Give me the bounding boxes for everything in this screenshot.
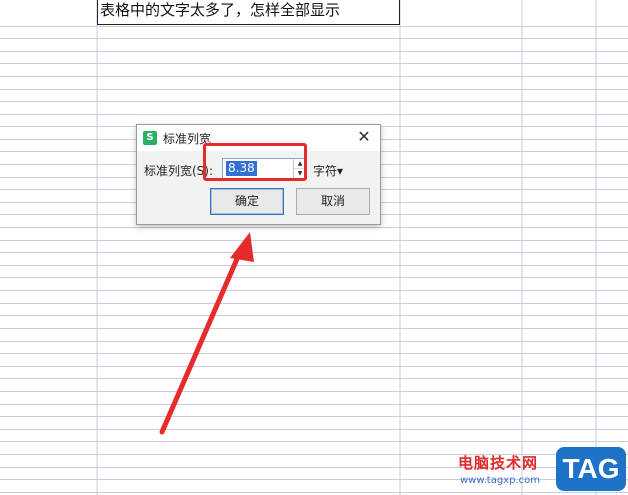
- wps-app-icon: S: [143, 131, 157, 145]
- highlight-box: [203, 143, 307, 181]
- watermark: 电脑技术网 www.tagxp.com TAG: [458, 445, 628, 495]
- close-icon[interactable]: ✕: [356, 129, 372, 145]
- cell-text: 表格中的文字太多了，怎样全部显示: [100, 1, 341, 19]
- cancel-button[interactable]: 取消: [296, 188, 370, 215]
- watermark-url: www.tagxp.com: [460, 475, 540, 486]
- watermark-tag-logo: TAG: [556, 447, 626, 491]
- spreadsheet-grid: [0, 0, 628, 495]
- watermark-title: 电脑技术网: [458, 454, 539, 472]
- unit-dropdown[interactable]: 字符▾: [313, 162, 343, 179]
- unit-label: 字符: [313, 164, 338, 178]
- ok-button[interactable]: 确定: [210, 188, 284, 215]
- chevron-down-icon: ▾: [337, 164, 344, 178]
